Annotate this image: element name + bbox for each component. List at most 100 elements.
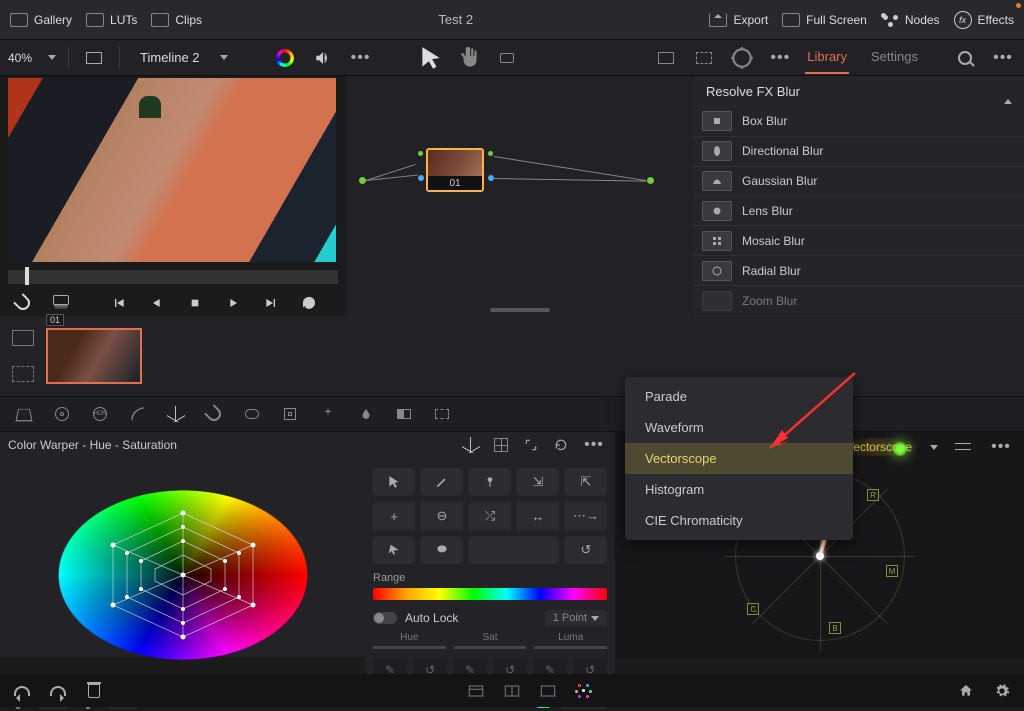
point-selector[interactable]: 1 Point [545, 610, 607, 626]
playhead[interactable] [25, 267, 29, 285]
ctrl-pin[interactable] [469, 468, 511, 496]
node-output-pin[interactable] [646, 176, 655, 185]
prev-frame-button[interactable] [144, 290, 170, 316]
effects-button[interactable]: fx Effects [954, 11, 1014, 29]
chevron-down-icon[interactable] [930, 445, 938, 450]
palette-curves-icon[interactable] [128, 404, 148, 424]
range-gradient[interactable] [373, 588, 607, 600]
clips-tab[interactable]: Clips [151, 13, 202, 27]
color-page-icon[interactable] [574, 683, 594, 699]
export-button[interactable]: Export [709, 13, 768, 27]
color-ring-icon[interactable] [272, 45, 298, 71]
effect-gaussian-blur[interactable]: Gaussian Blur [694, 167, 1024, 197]
hue-sat-wheel[interactable] [0, 458, 365, 691]
node-link-tool[interactable] [494, 45, 520, 71]
ctrl-expand-in[interactable]: ⇲ [517, 468, 559, 496]
palette-blur-icon[interactable] [356, 404, 376, 424]
palette-warper-icon[interactable] [166, 404, 186, 424]
library-section-header[interactable]: Resolve FX Blur [694, 76, 1024, 107]
ctrl-move[interactable]: ↔ [517, 502, 559, 530]
effect-zoom-blur[interactable]: Zoom Blur [694, 286, 1024, 316]
pointer-tool[interactable] [418, 45, 444, 71]
split-screen-icon[interactable] [691, 45, 717, 71]
layers-icon[interactable] [48, 290, 74, 316]
palette-sizing-icon[interactable] [432, 404, 452, 424]
mute-button[interactable] [310, 45, 336, 71]
effect-box-blur[interactable]: Box Blur [694, 107, 1024, 137]
search-button[interactable] [952, 45, 978, 71]
ctrl-dots[interactable]: ⋯→ [565, 502, 607, 530]
chevron-down-icon[interactable] [48, 55, 56, 60]
warper-reset-icon[interactable] [551, 435, 571, 455]
hue-slider[interactable] [373, 646, 446, 649]
menu-item-histogram[interactable]: Histogram [625, 474, 853, 505]
first-frame-button[interactable] [106, 290, 132, 316]
palette-hdr-icon[interactable]: HDR [90, 404, 110, 424]
warper-grid-icon[interactable] [491, 435, 511, 455]
hand-tool[interactable] [456, 45, 482, 71]
loop-button[interactable] [296, 290, 322, 316]
chevron-down-icon[interactable] [220, 55, 228, 60]
viewer-preview[interactable] [8, 78, 336, 262]
ctrl-draw[interactable] [421, 468, 463, 496]
node-scrollbar[interactable] [490, 308, 550, 312]
more-options-viewer[interactable]: ••• [348, 45, 374, 71]
clip-thumbnail[interactable] [46, 328, 142, 384]
undo-button[interactable] [12, 683, 32, 699]
palette-tracking-icon[interactable] [280, 404, 300, 424]
luts-tab[interactable]: LUTs [86, 13, 137, 27]
highlight-icon[interactable] [729, 45, 755, 71]
page-nav-2-icon[interactable] [502, 683, 522, 699]
clip-view-icon[interactable] [10, 325, 36, 351]
redo-button[interactable] [48, 683, 68, 699]
page-nav-1-icon[interactable] [466, 683, 486, 699]
nodes-button[interactable]: Nodes [881, 13, 940, 27]
page-nav-3-icon[interactable] [538, 683, 558, 699]
autolock-toggle[interactable] [373, 612, 397, 624]
scope-settings-icon[interactable] [950, 434, 976, 460]
ctrl-expand-out[interactable]: ⇱ [565, 468, 607, 496]
trash-button[interactable] [84, 683, 104, 699]
home-button[interactable] [956, 683, 976, 699]
effect-mosaic-blur[interactable]: Mosaic Blur [694, 226, 1024, 256]
last-frame-button[interactable] [258, 290, 284, 316]
palette-key-icon[interactable] [394, 404, 414, 424]
node-editor[interactable]: 01 [346, 76, 694, 316]
luma-slider[interactable] [534, 646, 607, 649]
effect-radial-blur[interactable]: Radial Blur [694, 256, 1024, 286]
ctrl-select[interactable] [373, 536, 415, 564]
ctrl-shuffle[interactable]: ⤮ [469, 502, 511, 530]
play-button[interactable] [220, 290, 246, 316]
sat-slider[interactable] [454, 646, 527, 649]
warper-more-options[interactable]: ••• [581, 432, 607, 458]
more-options-nodes[interactable]: ••• [767, 45, 793, 71]
view-mode-icon[interactable] [81, 45, 107, 71]
palette-magic-icon[interactable] [318, 404, 338, 424]
ctrl-pointer[interactable] [373, 468, 415, 496]
effect-directional-blur[interactable]: Directional Blur [694, 137, 1024, 167]
ctrl-lasso[interactable] [421, 536, 463, 564]
stop-button[interactable] [182, 290, 208, 316]
palette-wheels-icon[interactable] [52, 404, 72, 424]
eyedropper-tool[interactable] [10, 290, 36, 316]
fullscreen-button[interactable]: Full Screen [782, 13, 867, 27]
image-wipe-icon[interactable] [653, 45, 679, 71]
palette-window-icon[interactable] [242, 404, 262, 424]
more-options-library[interactable]: ••• [990, 45, 1016, 71]
tab-settings[interactable]: Settings [869, 41, 920, 74]
zoom-level[interactable]: 40% [8, 51, 32, 65]
menu-item-parade[interactable]: Parade [625, 381, 853, 412]
palette-primaries-icon[interactable] [14, 404, 34, 424]
clip-filter-icon[interactable] [10, 361, 36, 387]
palette-qualifier-icon[interactable] [204, 404, 224, 424]
color-node[interactable]: 01 [426, 148, 484, 192]
menu-item-waveform[interactable]: Waveform [625, 412, 853, 443]
timeline-name[interactable]: Timeline 2 [132, 50, 207, 65]
ctrl-reset[interactable]: ↺ [565, 536, 607, 564]
effect-lens-blur[interactable]: Lens Blur [694, 197, 1024, 227]
tab-library[interactable]: Library [805, 41, 849, 74]
menu-item-cie[interactable]: CIE Chromaticity [625, 505, 853, 536]
gallery-tab[interactable]: Gallery [10, 13, 72, 27]
viewer-scrubber[interactable] [8, 270, 338, 284]
ctrl-remove[interactable]: ⊖ [421, 502, 463, 530]
